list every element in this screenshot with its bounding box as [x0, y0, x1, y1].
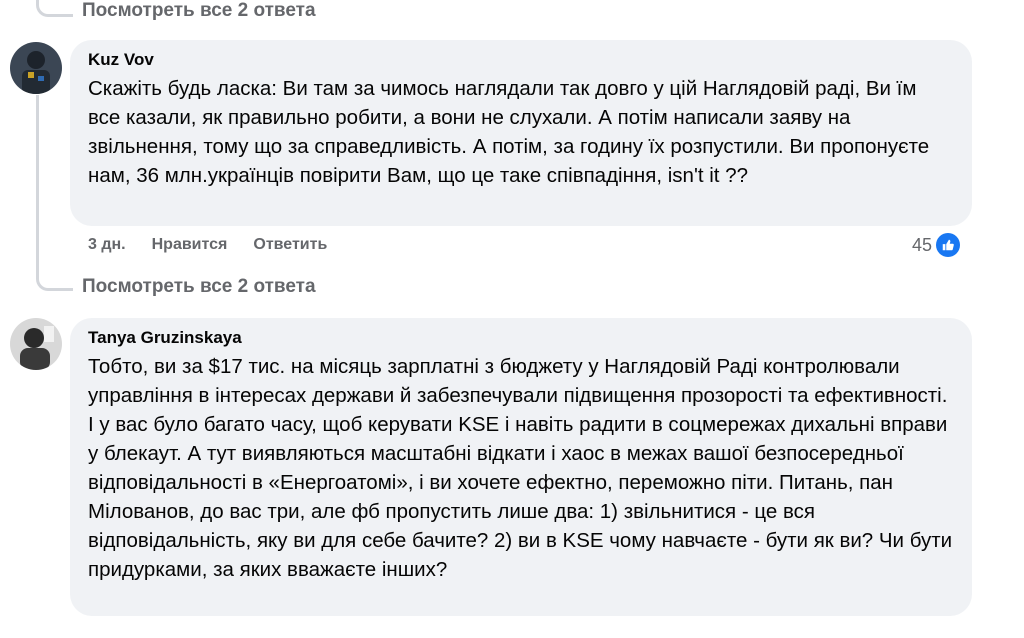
comment-text: Скажіть будь ласка: Ви там за чимось наг… [88, 77, 935, 187]
avatar[interactable] [10, 42, 62, 94]
reactions-count: 45 [912, 234, 933, 255]
reply-button[interactable]: Ответить [253, 236, 327, 254]
avatar-photo-icon [10, 318, 62, 370]
comment-time[interactable]: 3 дн. [88, 236, 126, 254]
comment-bubble: Tanya Gruzinskaya Тобто, ви за $17 тис. … [70, 318, 972, 616]
comment-actions: 3 дн. Нравится Ответить [88, 236, 327, 254]
comment-author[interactable]: Tanya Gruzinskaya [88, 328, 954, 348]
thread-connector [36, 262, 73, 291]
reactions-summary[interactable]: 45 [912, 233, 961, 257]
avatar-photo-icon [10, 42, 62, 94]
comment-bubble: Kuz Vov Скажіть будь ласка: Ви там за чи… [70, 40, 972, 226]
avatar[interactable] [10, 318, 62, 370]
like-icon [936, 233, 961, 257]
like-button[interactable]: Нравится [152, 236, 228, 254]
view-all-replies-link[interactable]: Посмотреть все 2 ответа [82, 0, 316, 22]
thread-line [36, 95, 39, 275]
comment-author[interactable]: Kuz Vov [88, 50, 954, 70]
view-all-replies-link[interactable]: Посмотреть все 2 ответа [82, 276, 316, 298]
thread-connector [36, 0, 73, 17]
comment-text: Тобто, ви за $17 тис. на місяць зарплатн… [88, 355, 958, 581]
